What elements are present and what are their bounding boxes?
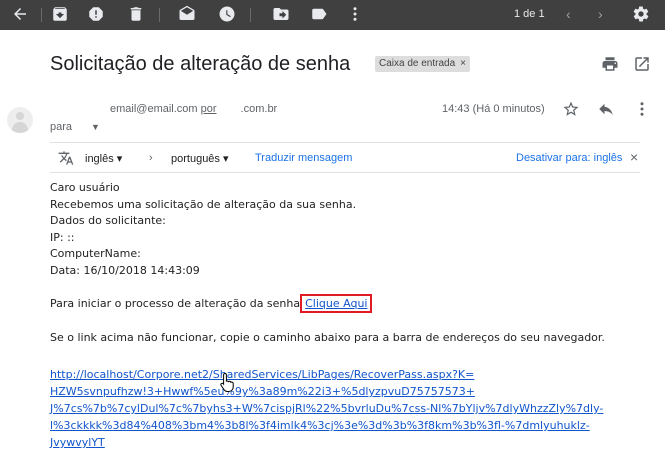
move-to-icon[interactable] xyxy=(272,5,290,23)
url-line[interactable]: J%7cs%7b%7cylDul%7c%7byhs3+W%7cispjRl%22… xyxy=(50,400,650,417)
remove-label-icon[interactable]: × xyxy=(460,56,466,72)
sender-avatar xyxy=(7,107,33,133)
more-icon[interactable] xyxy=(346,5,364,23)
inbox-label-chip[interactable]: Caixa de entrada × xyxy=(375,56,471,72)
sender-email[interactable]: email@email.com xyxy=(110,103,198,115)
snooze-icon[interactable] xyxy=(218,5,236,23)
labels-icon[interactable] xyxy=(310,5,328,23)
top-toolbar: 1 de 1 ‹ › xyxy=(0,0,665,30)
body-line: Dados do solicitante: xyxy=(50,214,166,227)
sender-line: email@email.com por .com.br xyxy=(110,103,277,115)
archive-icon[interactable] xyxy=(51,5,69,23)
body-line: IP: :: xyxy=(50,230,75,244)
translate-message-link[interactable]: Traduzir mensagem xyxy=(255,152,352,164)
hand-cursor-icon xyxy=(220,372,234,392)
recovery-url-link[interactable]: http://localhost/Corpore.net2/SharedServ… xyxy=(50,366,650,451)
mark-unread-icon[interactable] xyxy=(178,5,196,23)
report-spam-icon[interactable] xyxy=(87,5,105,23)
url-line[interactable]: JvywvylYT xyxy=(50,434,650,451)
chevron-left-icon[interactable]: ‹ xyxy=(566,7,571,21)
more-options-icon[interactable] xyxy=(633,100,651,118)
delete-icon[interactable] xyxy=(127,5,145,23)
arrow-right-icon: › xyxy=(149,152,153,164)
email-body: Caro usuário Recebemos uma solicitação d… xyxy=(50,180,356,279)
print-icon[interactable] xyxy=(601,55,619,73)
label-text: Caixa de entrada xyxy=(379,58,456,69)
body-line: Recebemos uma solicitação de alteração d… xyxy=(50,197,357,211)
url-line[interactable]: l%3ckkkk%3d84%408%3bm4%3b8l%3f4imlk4%3cj… xyxy=(50,417,650,434)
body-line: Caro usuário xyxy=(50,181,120,194)
cta-prefix: Para iniciar o processo de alteração da … xyxy=(50,297,301,310)
translate-icon xyxy=(58,150,74,166)
disable-translation-link[interactable]: Desativar para: inglês xyxy=(516,152,622,164)
star-icon[interactable] xyxy=(562,100,580,118)
settings-icon[interactable] xyxy=(632,5,650,23)
sender-via[interactable]: por xyxy=(201,103,217,115)
close-translate-icon[interactable]: × xyxy=(630,149,638,165)
source-language-select[interactable]: inglês ▾ xyxy=(85,152,122,165)
reply-icon[interactable] xyxy=(597,100,615,118)
recipient-label: para xyxy=(50,121,73,133)
chevron-right-icon[interactable]: › xyxy=(598,7,603,21)
body-line: Data: 16/10/2018 14:43:09 xyxy=(50,263,200,277)
cta-line: Para iniciar o processo de alteração da … xyxy=(50,294,373,313)
recipient-details-dropdown-icon[interactable]: ▼ xyxy=(91,122,100,132)
sender-domain: .com.br xyxy=(240,103,278,115)
source-language: inglês xyxy=(85,153,114,165)
fallback-instructions: Se o link acima não funcionar, copie o c… xyxy=(50,331,605,344)
body-line: ComputerName: xyxy=(50,247,141,260)
pager-text: 1 de 1 xyxy=(514,8,545,20)
open-new-window-icon[interactable] xyxy=(633,55,651,73)
url-line[interactable]: HZW5svnpufhzw!3+Hwwf%5eu%9y%3a89m%22i3+%… xyxy=(50,383,650,400)
back-arrow-icon[interactable] xyxy=(11,5,29,23)
target-language-select[interactable]: português ▾ xyxy=(171,152,229,165)
target-language: português xyxy=(171,153,220,165)
reset-password-link[interactable]: Clique Aqui xyxy=(300,294,373,313)
translate-bar: inglês ▾ › português ▾ Traduzir mensagem… xyxy=(50,142,640,173)
email-timestamp: 14:43 (Há 0 minutos) xyxy=(442,103,545,115)
url-line[interactable]: http://localhost/Corpore.net2/SharedServ… xyxy=(50,366,650,383)
email-subject: Solicitação de alteração de senha xyxy=(50,53,351,75)
